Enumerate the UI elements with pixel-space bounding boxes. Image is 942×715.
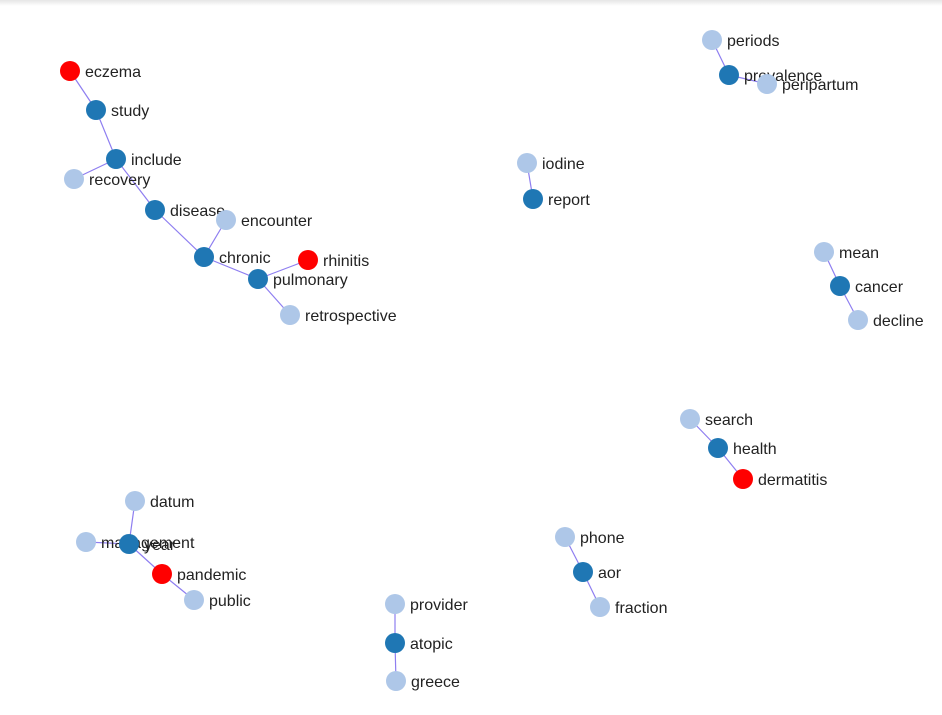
node-circle-prevalence[interactable]: [719, 65, 739, 85]
node-encounter[interactable]: encounter: [216, 210, 313, 230]
node-pulmonary[interactable]: pulmonary: [248, 269, 348, 289]
node-label-rhinitis: rhinitis: [323, 253, 369, 270]
node-label-provider: provider: [410, 597, 468, 614]
node-circle-rhinitis[interactable]: [298, 250, 318, 270]
node-label-fraction: fraction: [615, 600, 667, 617]
node-atopic[interactable]: atopic: [385, 633, 453, 653]
node-circle-provider[interactable]: [385, 594, 405, 614]
edge-layer: [69, 39, 859, 682]
node-label-eczema: eczema: [85, 64, 141, 81]
node-circle-study[interactable]: [86, 100, 106, 120]
node-aor[interactable]: aor: [573, 562, 622, 582]
node-layer: eczema study include recovery disease encount…: [60, 30, 924, 691]
node-label-greece: greece: [411, 674, 460, 691]
node-label-phone: phone: [580, 530, 625, 547]
network-graph[interactable]: eczema study include recovery disease encount…: [0, 0, 942, 715]
node-disease[interactable]: disease: [145, 200, 225, 220]
node-circle-search[interactable]: [680, 409, 700, 429]
node-chronic[interactable]: chronic: [194, 247, 271, 267]
node-greece[interactable]: greece: [386, 671, 460, 691]
node-provider[interactable]: provider: [385, 594, 468, 614]
node-label-mean: mean: [839, 245, 879, 262]
node-retrospective[interactable]: retrospective: [280, 305, 397, 325]
node-label-pulmonary: pulmonary: [273, 272, 348, 289]
node-iodine[interactable]: iodine: [517, 153, 585, 173]
node-circle-pandemic[interactable]: [152, 564, 172, 584]
node-label-iodine: iodine: [542, 156, 585, 173]
node-label-encounter: encounter: [241, 213, 313, 230]
node-circle-disease[interactable]: [145, 200, 165, 220]
node-circle-report[interactable]: [523, 189, 543, 209]
node-report[interactable]: report: [523, 189, 590, 209]
node-year[interactable]: year: [119, 534, 176, 554]
node-include[interactable]: include: [106, 149, 182, 169]
node-label-report: report: [548, 192, 590, 209]
node-circle-dermatitis[interactable]: [733, 469, 753, 489]
node-circle-eczema[interactable]: [60, 61, 80, 81]
node-circle-iodine[interactable]: [517, 153, 537, 173]
node-circle-pulmonary[interactable]: [248, 269, 268, 289]
node-recovery[interactable]: recovery: [64, 169, 150, 189]
node-circle-retrospective[interactable]: [280, 305, 300, 325]
node-label-public: public: [209, 593, 251, 610]
node-circle-peripartum[interactable]: [757, 74, 777, 94]
node-eczema[interactable]: eczema: [60, 61, 141, 81]
node-circle-aor[interactable]: [573, 562, 593, 582]
node-datum[interactable]: datum: [125, 491, 194, 511]
node-label-search: search: [705, 412, 753, 429]
node-circle-decline[interactable]: [848, 310, 868, 330]
node-label-periods: periods: [727, 33, 779, 50]
node-circle-public[interactable]: [184, 590, 204, 610]
node-circle-phone[interactable]: [555, 527, 575, 547]
node-public[interactable]: public: [184, 590, 251, 610]
node-label-chronic: chronic: [219, 250, 271, 267]
node-health[interactable]: health: [708, 438, 777, 458]
node-label-retrospective: retrospective: [305, 308, 397, 325]
node-circle-datum[interactable]: [125, 491, 145, 511]
node-label-health: health: [733, 441, 777, 458]
node-peripartum[interactable]: peripartum: [757, 74, 858, 94]
node-dermatitis[interactable]: dermatitis: [733, 469, 827, 489]
node-label-include: include: [131, 152, 182, 169]
node-label-pandemic: pandemic: [177, 567, 246, 584]
node-phone[interactable]: phone: [555, 527, 625, 547]
node-circle-greece[interactable]: [386, 671, 406, 691]
node-fraction[interactable]: fraction: [590, 597, 667, 617]
node-search[interactable]: search: [680, 409, 753, 429]
node-label-study: study: [111, 103, 149, 120]
node-circle-health[interactable]: [708, 438, 728, 458]
node-decline[interactable]: decline: [848, 310, 924, 330]
node-circle-management[interactable]: [76, 532, 96, 552]
node-circle-fraction[interactable]: [590, 597, 610, 617]
node-circle-mean[interactable]: [814, 242, 834, 262]
node-cancer[interactable]: cancer: [830, 276, 904, 296]
node-circle-cancer[interactable]: [830, 276, 850, 296]
node-label-peripartum: peripartum: [782, 77, 858, 94]
node-label-cancer: cancer: [855, 279, 904, 296]
node-label-aor: aor: [598, 565, 622, 582]
node-circle-chronic[interactable]: [194, 247, 214, 267]
node-label-recovery: recovery: [89, 172, 150, 189]
node-pandemic[interactable]: pandemic: [152, 564, 246, 584]
node-label-dermatitis: dermatitis: [758, 472, 827, 489]
node-periods[interactable]: periods: [702, 30, 779, 50]
node-rhinitis[interactable]: rhinitis: [298, 250, 369, 270]
node-circle-year[interactable]: [119, 534, 139, 554]
node-mean[interactable]: mean: [814, 242, 879, 262]
node-circle-encounter[interactable]: [216, 210, 236, 230]
node-circle-recovery[interactable]: [64, 169, 84, 189]
node-circle-include[interactable]: [106, 149, 126, 169]
node-study[interactable]: study: [86, 100, 149, 120]
node-label-datum: datum: [150, 494, 194, 511]
node-label-atopic: atopic: [410, 636, 453, 653]
node-circle-periods[interactable]: [702, 30, 722, 50]
node-label-year: year: [144, 537, 176, 554]
node-circle-atopic[interactable]: [385, 633, 405, 653]
node-label-decline: decline: [873, 313, 924, 330]
